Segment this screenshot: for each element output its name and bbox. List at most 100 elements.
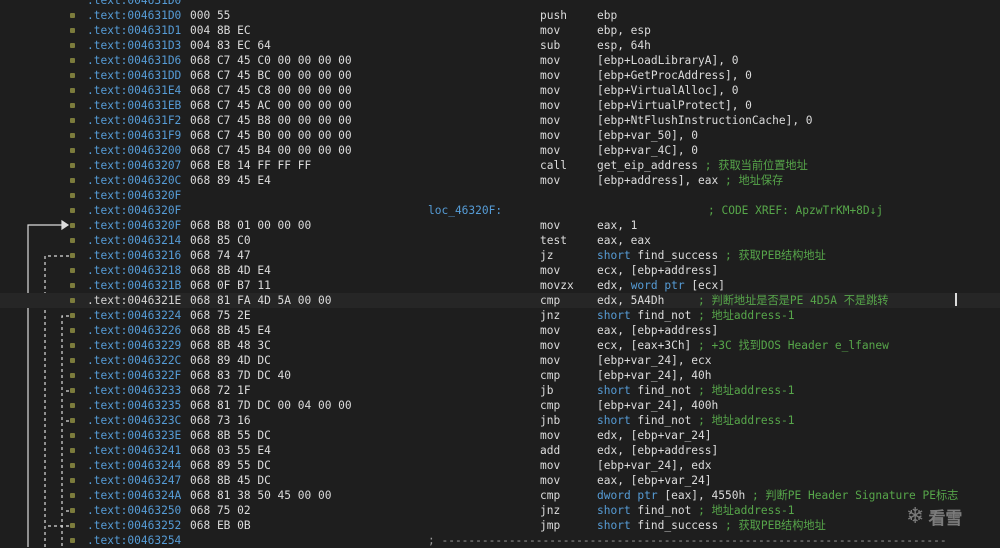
operands[interactable]: short find_success ; 获取PEB结构地址 — [597, 248, 826, 263]
breakpoint-marker[interactable] — [70, 133, 75, 138]
operand-text[interactable]: short find_not — [597, 309, 691, 322]
line-address[interactable]: .text:0046321B — [87, 278, 181, 293]
line-address[interactable]: .text:00463216 — [87, 248, 181, 263]
operand-text[interactable]: edx, [ebp+var_24] — [597, 429, 712, 442]
line-address[interactable]: .text:004631D1 — [87, 23, 181, 38]
operand-text[interactable]: [ebp+var_24], 400h — [597, 399, 718, 412]
operand-text[interactable]: [ebp+VirtualProtect], 0 — [597, 99, 752, 112]
code-line[interactable]: .text:0046321E 068 81 FA 4D 5A 00 00 cmp ed… — [0, 293, 1000, 308]
operand-text[interactable]: dword ptr [eax], 4550h — [597, 489, 745, 502]
line-address[interactable]: .text:0046320F — [87, 203, 181, 218]
operands[interactable]: [ebp+var_24], 400h — [597, 398, 718, 413]
breakpoint-marker[interactable] — [70, 163, 75, 168]
code-line[interactable]: .text:00463226 068 8B 45 E4 mov eax, [ebp+a… — [0, 323, 1000, 338]
operand-text[interactable]: ecx, [eax+3Ch] — [597, 339, 691, 352]
operand-text[interactable]: edx, word ptr [ecx] — [597, 279, 725, 292]
breakpoint-marker[interactable] — [70, 28, 75, 33]
operands[interactable]: [ebp+var_50], 0 — [597, 128, 698, 143]
operands[interactable]: dword ptr [eax], 4550h ; 判断PE Header Sig… — [597, 488, 958, 503]
operands[interactable]: [ebp+LoadLibraryA], 0 — [597, 53, 738, 68]
operand-text[interactable]: short find_success — [597, 519, 718, 532]
code-line[interactable]: .text:0046322C 068 89 4D DC mov [ebp+var_24… — [0, 353, 1000, 368]
operands[interactable]: ebp, esp — [597, 23, 651, 38]
operands[interactable]: edx, [ebp+var_24] — [597, 428, 712, 443]
code-line[interactable]: .text:004631D0 000 55 push ebp — [0, 8, 1000, 23]
code-line[interactable]: .text:00463250 068 75 02 jnz short find_not… — [0, 503, 1000, 518]
breakpoint-marker[interactable] — [70, 103, 75, 108]
operand-text[interactable]: [ebp+var_24], ecx — [597, 354, 712, 367]
operands[interactable]: [ebp+VirtualAlloc], 0 — [597, 83, 738, 98]
operand-text[interactable]: [ebp+address], eax — [597, 174, 718, 187]
operands[interactable]: short find_not ; 地址address-1 — [597, 383, 795, 398]
code-line[interactable]: .text:0046324A 068 81 38 50 45 00 00 cmp dw… — [0, 488, 1000, 503]
code-line[interactable]: .text:004631DD 068 C7 45 BC 00 00 00 00 mo… — [0, 68, 1000, 83]
breakpoint-marker[interactable] — [70, 463, 75, 468]
code-line[interactable]: .text:00463214 068 85 C0 test eax, eax — [0, 233, 1000, 248]
breakpoint-marker[interactable] — [70, 403, 75, 408]
breakpoint-marker[interactable] — [70, 88, 75, 93]
line-address[interactable]: .text:004631F2 — [87, 113, 181, 128]
code-line[interactable]: .text:00463233 068 72 1F jb short find_not … — [0, 383, 1000, 398]
operand-text[interactable]: short find_not — [597, 414, 691, 427]
line-address[interactable]: .text:0046324A — [87, 488, 181, 503]
breakpoint-marker[interactable] — [70, 298, 75, 303]
line-address[interactable]: .text:004631F9 — [87, 128, 181, 143]
operand-text[interactable]: [ebp+var_24], edx — [597, 459, 712, 472]
line-address[interactable]: .text:004631D0 — [87, 8, 181, 23]
operand-text[interactable]: [ebp+var_50], 0 — [597, 129, 698, 142]
operand-text[interactable]: get_eip_address — [597, 159, 698, 172]
code-line[interactable]: .text:0046320F 068 B8 01 00 00 00 mov eax, … — [0, 218, 1000, 233]
code-line[interactable]: .text:00463241 068 03 55 E4 add edx, [ebp+a… — [0, 443, 1000, 458]
breakpoint-marker[interactable] — [70, 313, 75, 318]
breakpoint-marker[interactable] — [70, 358, 75, 363]
code-line[interactable]: .text:004631D1 004 8B EC mov ebp, esp — [0, 23, 1000, 38]
xref-comment[interactable]: ; CODE XREF: ApzwTrKM+8D↓j — [708, 203, 883, 218]
code-line[interactable]: .text:0046322F 068 83 7D DC 40 cmp [ebp+var… — [0, 368, 1000, 383]
breakpoint-marker[interactable] — [70, 523, 75, 528]
operands[interactable]: short find_success ; 获取PEB结构地址 — [597, 518, 826, 533]
line-address[interactable]: .text:00463233 — [87, 383, 181, 398]
line-address[interactable]: .text:00463254 — [87, 533, 181, 548]
code-line[interactable]: .text:0046320F loc_46320F: ; CODE XREF: Ap… — [0, 203, 1000, 218]
operand-text[interactable]: eax, [ebp+var_24] — [597, 474, 712, 487]
code-line[interactable]: .text:00463244 068 89 55 DC mov [ebp+var_24… — [0, 458, 1000, 473]
operand-text[interactable]: [ebp+VirtualAlloc], 0 — [597, 84, 738, 97]
breakpoint-marker[interactable] — [70, 388, 75, 393]
breakpoint-marker[interactable] — [70, 373, 75, 378]
operands[interactable]: short find_not ; 地址address-1 — [597, 308, 795, 323]
operand-text[interactable]: ebp — [597, 9, 617, 22]
line-address[interactable]: .text:00463226 — [87, 323, 181, 338]
line-address[interactable]: .text:00463200 — [87, 143, 181, 158]
code-line[interactable]: .text:0046320F — [0, 188, 1000, 203]
operand-text[interactable]: [ebp+var_4C], 0 — [597, 144, 698, 157]
code-line[interactable]: .text:00463216 068 74 47 jz short find_succ… — [0, 248, 1000, 263]
operands[interactable]: ecx, [eax+3Ch] ; +3C 找到DOS Header e_lfan… — [597, 338, 889, 353]
operands[interactable]: esp, 64h — [597, 38, 651, 53]
operands[interactable]: eax, eax — [597, 233, 651, 248]
operand-text[interactable]: ecx, [ebp+address] — [597, 264, 718, 277]
operands[interactable]: [ebp+address], eax ; 地址保存 — [597, 173, 783, 188]
line-address[interactable]: .text:004631D6 — [87, 53, 181, 68]
line-address[interactable]: .text:0046322F — [87, 368, 181, 383]
line-address[interactable]: .text:004631DD — [87, 68, 181, 83]
line-address[interactable]: .text:00463214 — [87, 233, 181, 248]
breakpoint-marker[interactable] — [70, 508, 75, 513]
operands[interactable]: short find_not ; 地址address-1 — [597, 503, 795, 518]
operands[interactable]: short find_not ; 地址address-1 — [597, 413, 795, 428]
operands[interactable]: eax, [ebp+address] — [597, 323, 718, 338]
line-address[interactable]: .text:0046323E — [87, 428, 181, 443]
breakpoint-marker[interactable] — [70, 193, 75, 198]
breakpoint-marker[interactable] — [70, 118, 75, 123]
line-address[interactable]: .text:00463218 — [87, 263, 181, 278]
breakpoint-marker[interactable] — [70, 418, 75, 423]
line-address[interactable]: .text:0046321E — [87, 293, 181, 308]
line-address[interactable]: .text:00463244 — [87, 458, 181, 473]
breakpoint-marker[interactable] — [70, 328, 75, 333]
code-line[interactable]: .text:00463247 068 8B 45 DC mov eax, [ebp+v… — [0, 473, 1000, 488]
operand-text[interactable]: esp, 64h — [597, 39, 651, 52]
operands[interactable]: edx, 5A4Dh ; 判断地址是否是PE 4D5A 不是跳转 — [597, 293, 888, 308]
operand-text[interactable]: eax, [ebp+address] — [597, 324, 718, 337]
line-address[interactable]: .text:00463224 — [87, 308, 181, 323]
operands[interactable]: [ebp+var_4C], 0 — [597, 143, 698, 158]
code-line[interactable]: .text:004631D3 004 83 EC 64 sub esp, 64h — [0, 38, 1000, 53]
